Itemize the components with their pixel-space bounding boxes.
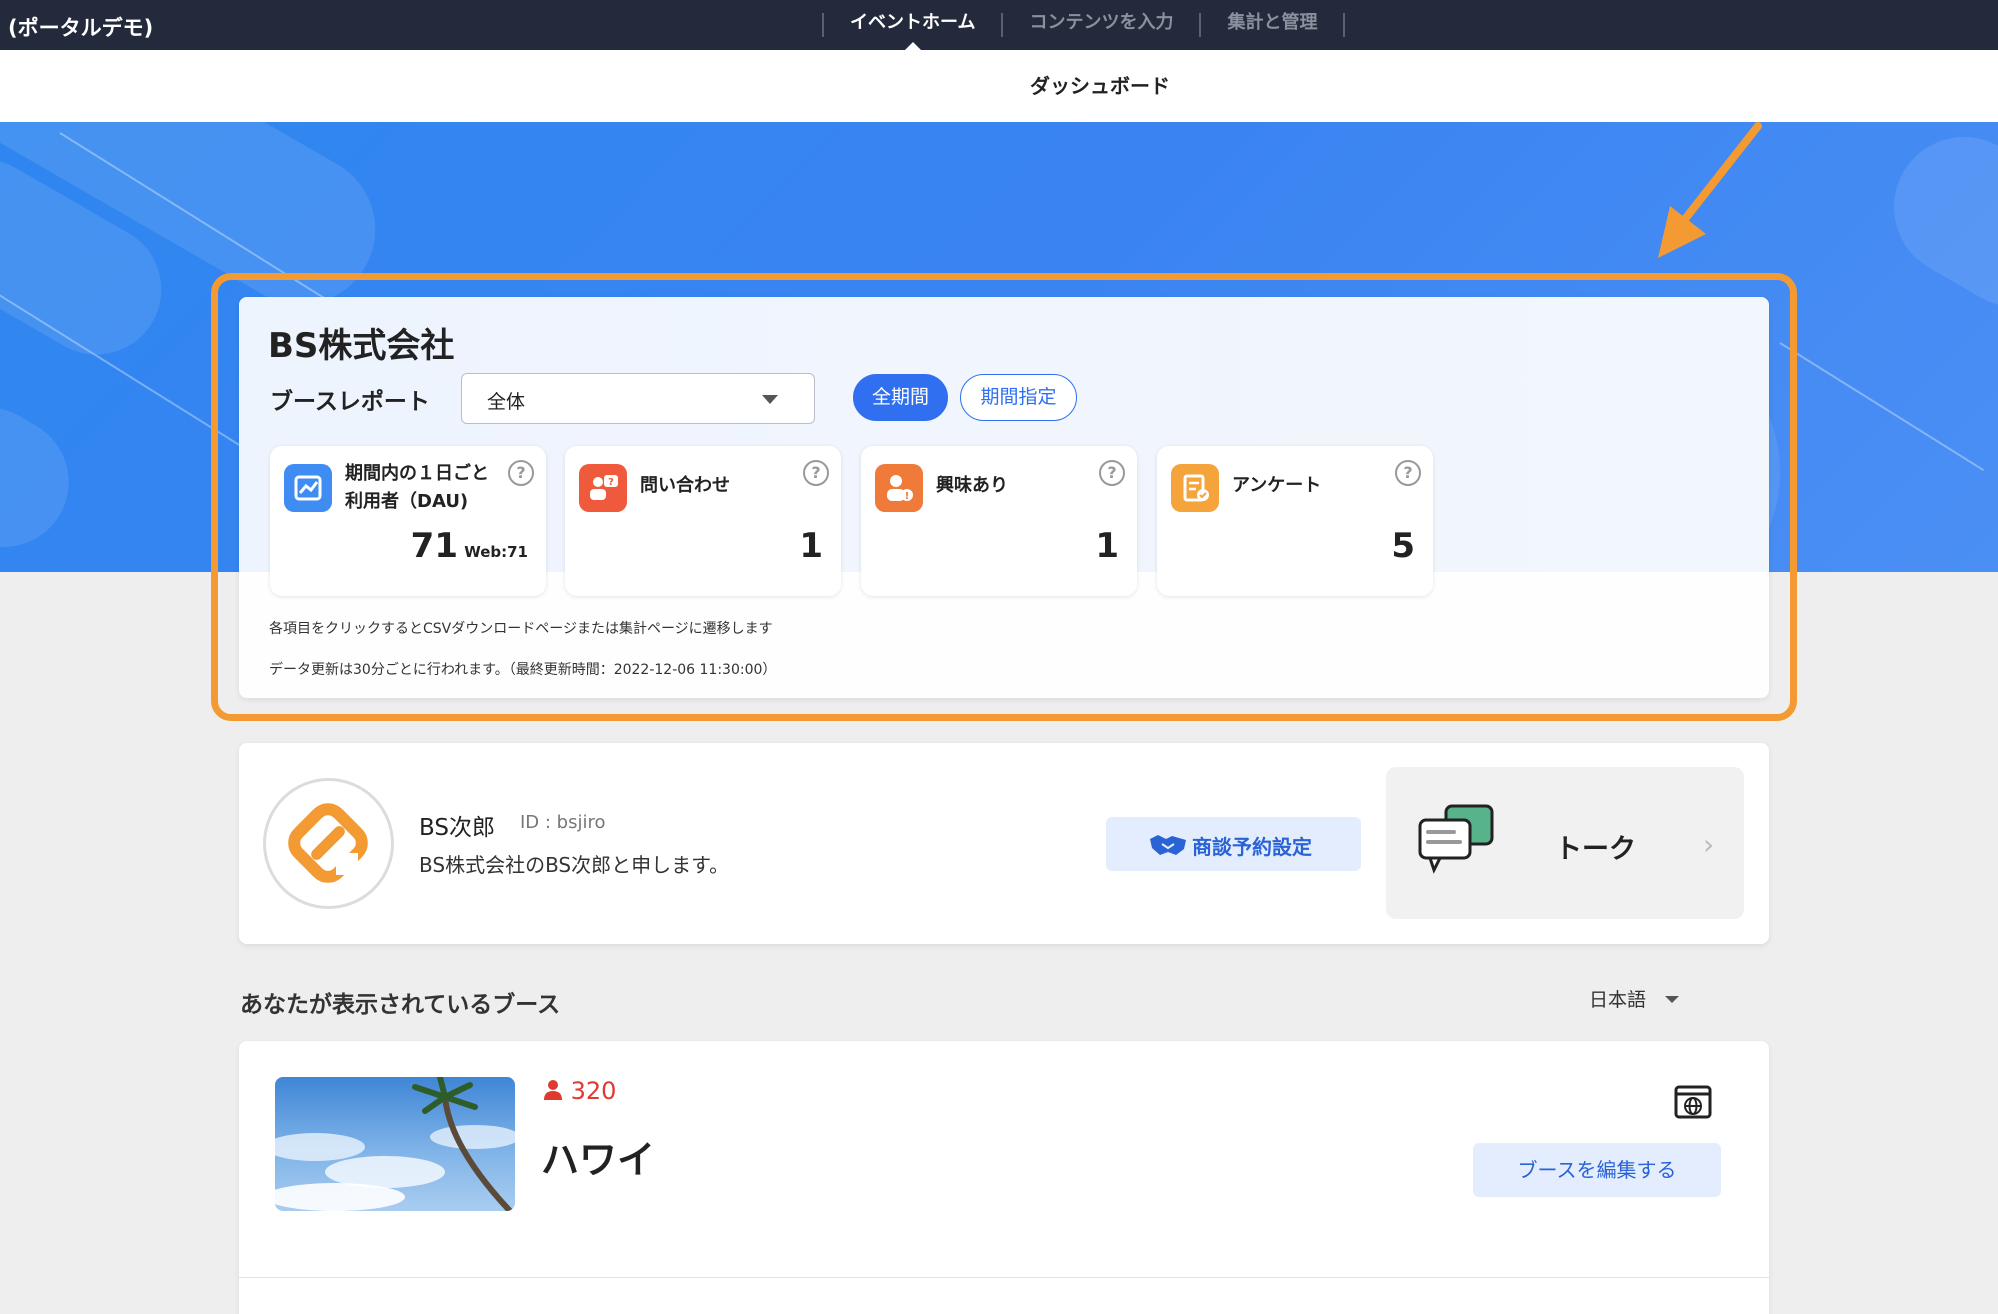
- booth-thumbnail[interactable]: [275, 1077, 515, 1211]
- nav-separator: [1343, 13, 1346, 37]
- chat-bubbles-icon: [1418, 804, 1494, 874]
- sub-header: ダッシュボード: [0, 50, 1998, 122]
- tab-aggregation-management[interactable]: 集計と管理: [1201, 0, 1343, 50]
- divider: [239, 1277, 1769, 1278]
- annotation-highlight-box: [211, 273, 1797, 721]
- banner-decoration: [1868, 122, 1998, 333]
- handshake-icon: [1150, 835, 1186, 855]
- banner-decoration: [0, 383, 93, 571]
- banner-line: [1779, 342, 1985, 472]
- chevron-down-icon[interactable]: [1665, 996, 1679, 1003]
- meeting-reservation-label: 商談予約設定: [1192, 835, 1312, 859]
- language-selector[interactable]: 日本語: [1589, 985, 1646, 1012]
- palm-tree-image: [275, 1077, 515, 1211]
- nav-tabs: イベントホーム コンテンツを入力 集計と管理: [822, 0, 1346, 50]
- tab-content-input[interactable]: コンテンツを入力: [1003, 0, 1199, 50]
- profile-name: BS次郎: [419, 815, 495, 841]
- edit-booth-button[interactable]: ブースを編集する: [1473, 1143, 1721, 1197]
- portal-title[interactable]: (ポータルデモ): [8, 12, 153, 42]
- avatar: [263, 778, 394, 909]
- profile-description: BS株式会社のBS次郎と申します。: [419, 853, 730, 877]
- top-navigation-bar: (ポータルデモ) イベントホーム コンテンツを入力 集計と管理: [0, 0, 1998, 50]
- tab-event-home[interactable]: イベントホーム: [824, 0, 1001, 50]
- person-icon: [544, 1080, 562, 1100]
- talk-label: トーク: [1555, 834, 1636, 865]
- profile-id: ID : bsjiro: [520, 812, 606, 833]
- chevron-right-icon: ›: [1703, 828, 1715, 861]
- booth-name: ハワイ: [541, 1138, 656, 1182]
- web-page-icon[interactable]: [1674, 1085, 1712, 1119]
- viewer-count-value: 320: [570, 1077, 617, 1105]
- meeting-reservation-button[interactable]: 商談予約設定: [1106, 817, 1361, 871]
- brand-logo-icon: [288, 803, 368, 883]
- page-title[interactable]: ダッシュボード: [0, 70, 1998, 99]
- section-title: あなたが表示されているブース: [240, 992, 561, 1018]
- viewer-count: 320: [543, 1077, 616, 1105]
- annotation-arrow-icon: [1658, 122, 1762, 258]
